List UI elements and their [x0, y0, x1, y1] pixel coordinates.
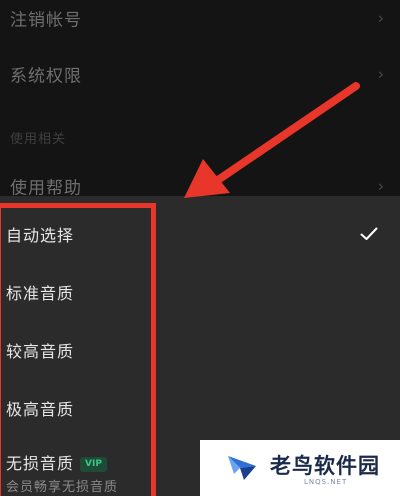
settings-item-cancel-account[interactable]: 注销帐号 ›: [0, 0, 400, 44]
quality-option-label: 无损音质 VIP: [6, 450, 107, 474]
quality-option-label: 自动选择: [6, 226, 75, 245]
watermark: 老鸟软件园 LNQS.NET: [200, 440, 400, 496]
quality-option-label: 标准音质: [6, 284, 75, 303]
vip-badge: VIP: [80, 457, 107, 472]
quality-option-standard[interactable]: 标准音质: [0, 264, 400, 320]
quality-option-label: 极高音质: [6, 400, 75, 419]
quality-option-label-text: 无损音质: [6, 454, 75, 473]
quality-option-very-high[interactable]: 极高音质: [0, 380, 400, 436]
quality-option-high[interactable]: 较高音质: [0, 322, 400, 378]
bird-logo-icon: [228, 456, 256, 480]
watermark-url: LNQS.NET: [304, 478, 348, 486]
settings-item-label: 系统权限: [10, 66, 82, 87]
quality-option-label: 较高音质: [6, 342, 75, 361]
chevron-right-icon: ›: [377, 8, 384, 28]
chevron-right-icon: ›: [377, 64, 384, 84]
chevron-right-icon: ›: [377, 176, 384, 196]
settings-item-label: 注销帐号: [10, 10, 82, 31]
settings-item-label: 使用帮助: [10, 178, 82, 199]
section-header: 使用相关: [10, 132, 67, 147]
lossless-member-note: 会员畅享无损音质: [6, 480, 119, 495]
watermark-name: 老鸟软件园: [270, 454, 380, 478]
screen: 注销帐号 › 系统权限 › 使用相关 使用帮助 › 自动选择 标准音质 较高音质…: [0, 0, 400, 496]
checkmark-icon: [360, 227, 378, 240]
quality-option-auto[interactable]: 自动选择: [0, 206, 400, 262]
settings-item-system-permissions[interactable]: 系统权限 ›: [0, 48, 400, 100]
